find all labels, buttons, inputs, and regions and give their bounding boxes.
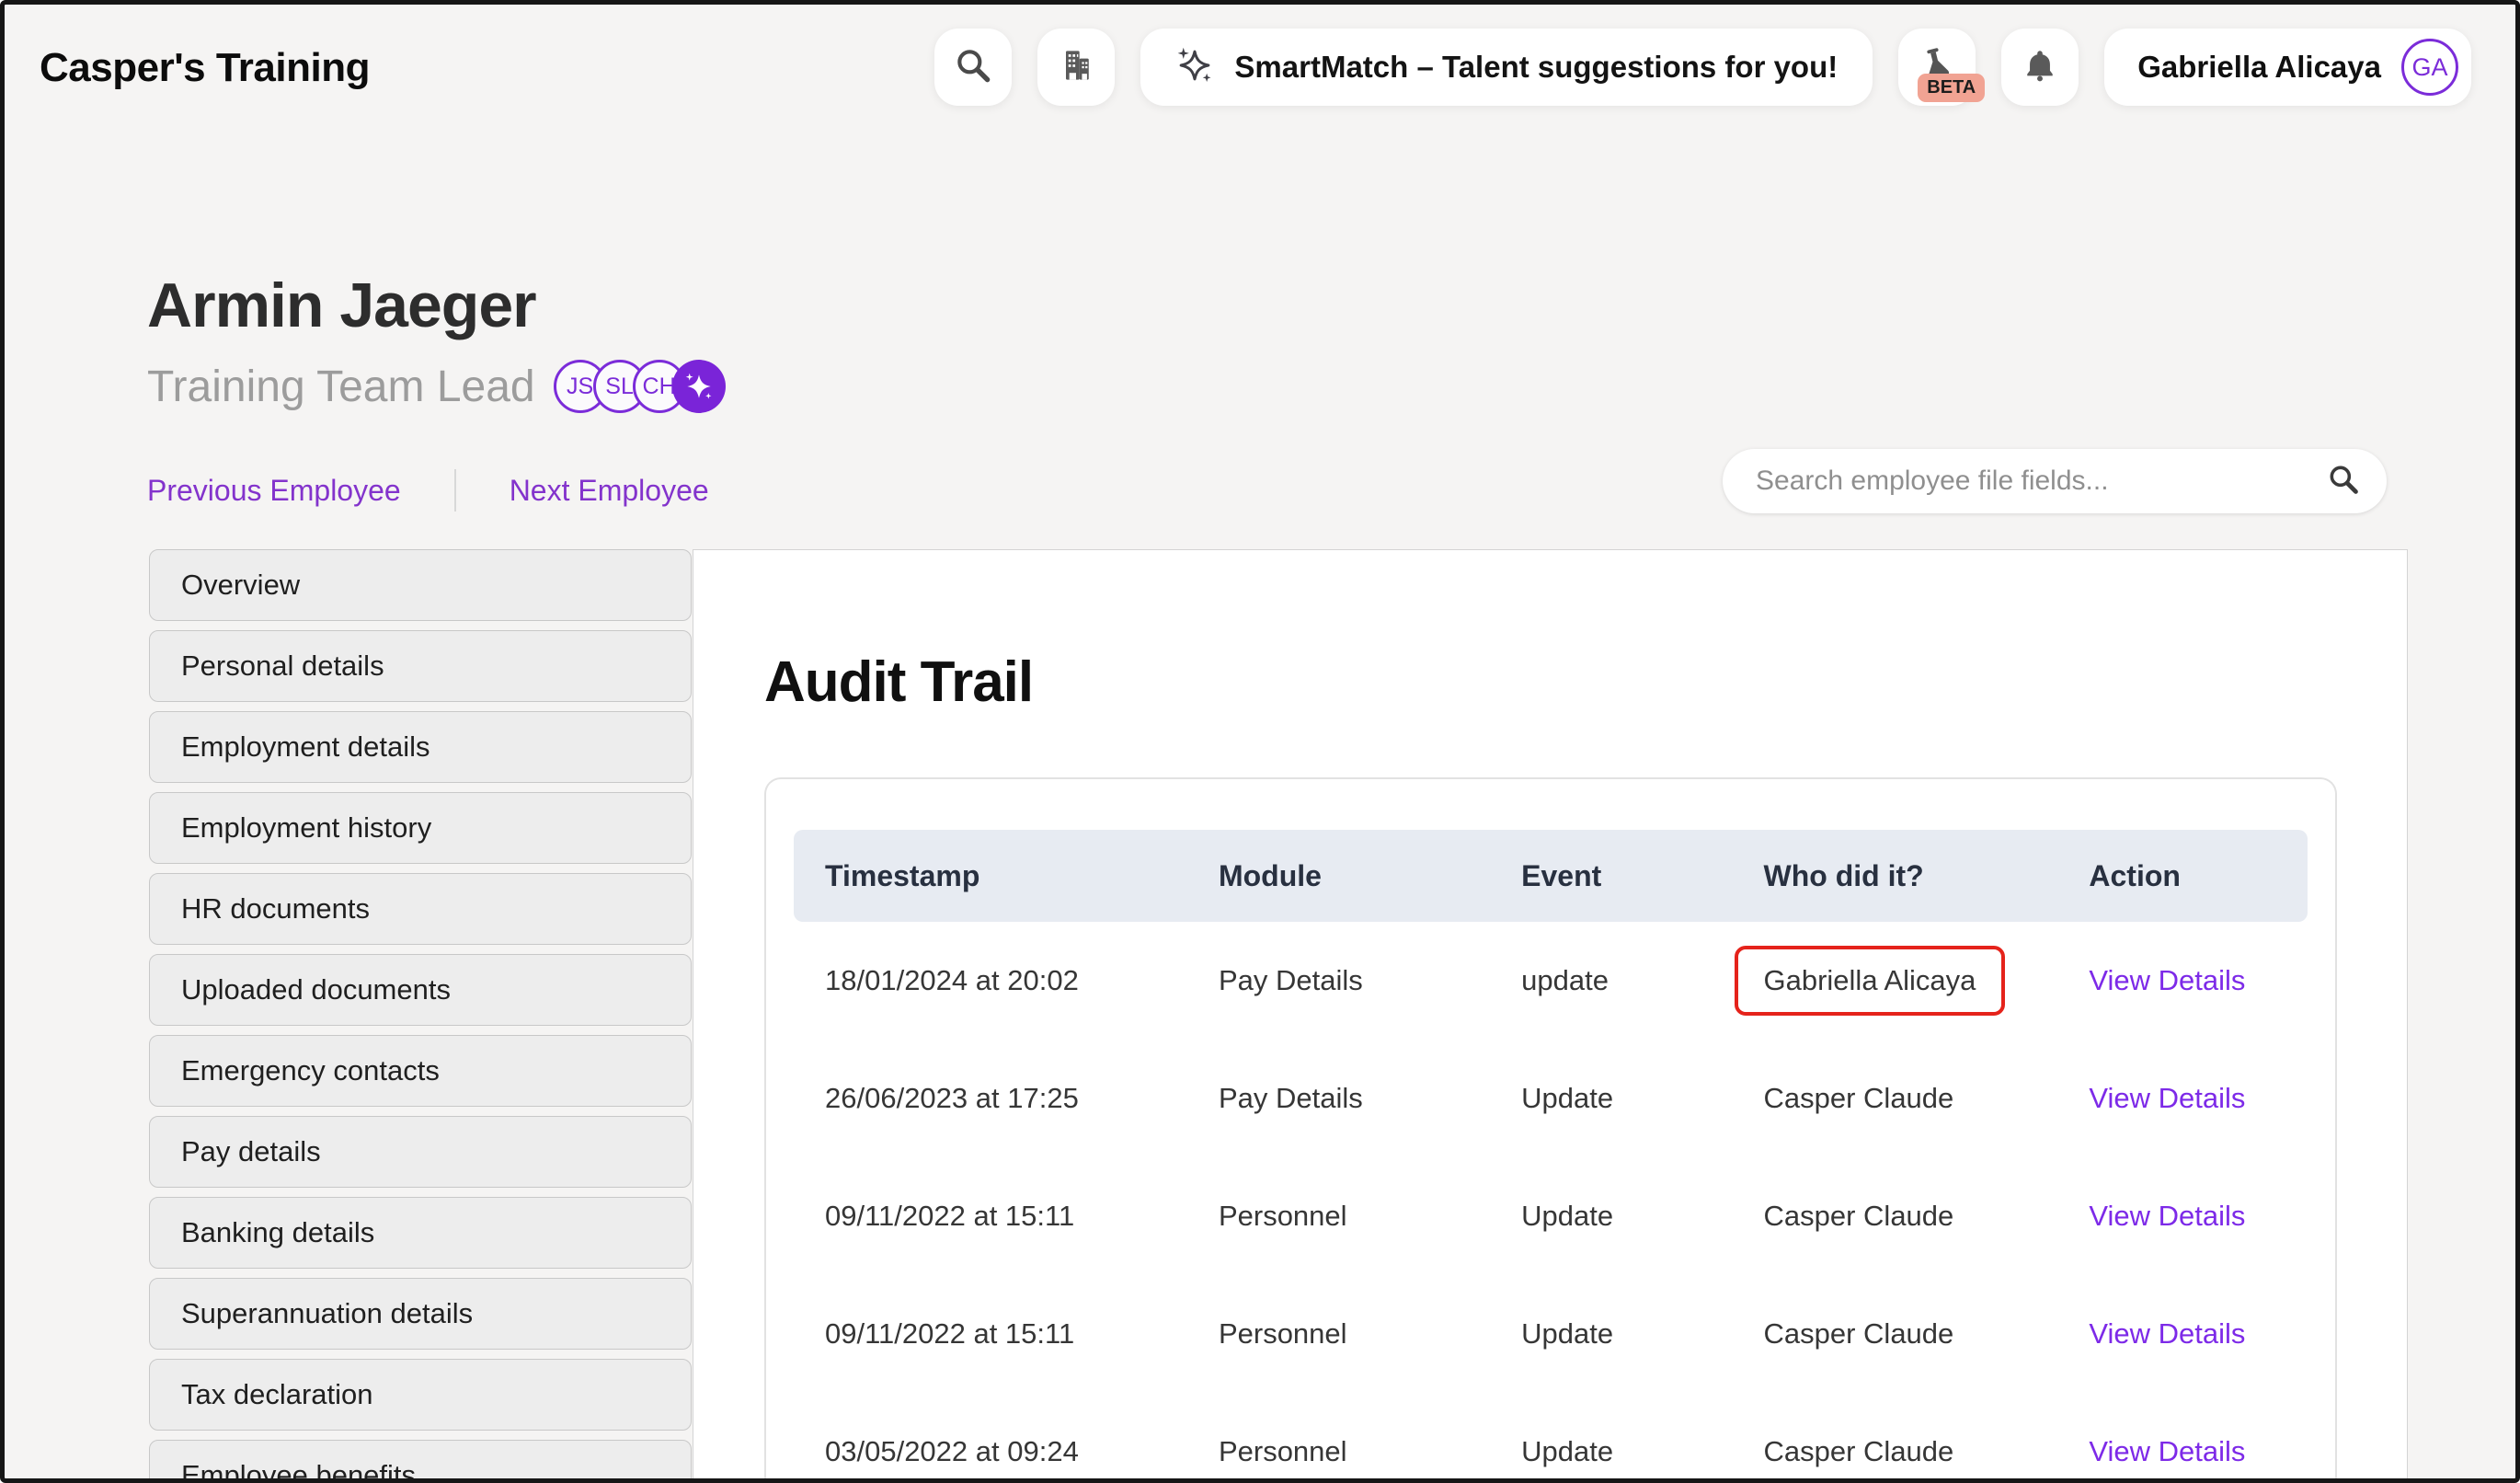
table-row: 09/11/2022 at 15:11 Personnel Update Cas…	[794, 1157, 2308, 1275]
cell-timestamp: 09/11/2022 at 15:11	[794, 1200, 1187, 1233]
global-search-button[interactable]	[934, 29, 1012, 106]
employee-file-search	[1723, 449, 2387, 513]
cell-timestamp: 18/01/2024 at 20:02	[794, 964, 1187, 997]
employee-file-sidebar: Overview Personal details Employment det…	[149, 549, 692, 1483]
cell-who: Casper Claude	[1733, 1317, 2058, 1351]
cell-module: Personnel	[1187, 1317, 1490, 1351]
cell-who: Gabriella Alicaya	[1733, 946, 2058, 1016]
employee-subtitle: Training Team Lead JS SL CH	[147, 360, 726, 413]
sidebar-item-overview[interactable]: Overview	[149, 549, 692, 621]
sparkle-badge[interactable]	[672, 360, 726, 413]
sidebar-item-employee-benefits[interactable]: Employee benefits	[149, 1440, 692, 1483]
cell-who: Casper Claude	[1733, 1082, 2058, 1115]
sidebar-item-banking-details[interactable]: Banking details	[149, 1197, 692, 1269]
audit-table-header: Timestamp Module Event Who did it? Actio…	[794, 830, 2308, 922]
view-details-link[interactable]: View Details	[2089, 1082, 2245, 1114]
search-icon	[953, 45, 993, 90]
previous-employee-link[interactable]: Previous Employee	[147, 474, 401, 508]
employee-file-search-input[interactable]	[1723, 466, 2326, 497]
cell-module: Personnel	[1187, 1435, 1490, 1468]
user-menu[interactable]: Gabriella Alicaya GA	[2104, 29, 2471, 106]
cell-action: View Details	[2057, 1317, 2308, 1351]
cell-action: View Details	[2057, 1435, 2308, 1468]
cell-module: Pay Details	[1187, 964, 1490, 997]
cell-event: update	[1490, 964, 1732, 997]
column-header-who: Who did it?	[1733, 859, 2058, 893]
sidebar-item-pay-details[interactable]: Pay details	[149, 1116, 692, 1188]
cell-event: Update	[1490, 1082, 1732, 1115]
view-details-link[interactable]: View Details	[2089, 1200, 2245, 1232]
sparkle-icon	[1175, 46, 1214, 89]
cell-timestamp: 26/06/2023 at 17:25	[794, 1082, 1187, 1115]
organisation-button[interactable]	[1037, 29, 1115, 106]
sidebar-item-superannuation-details[interactable]: Superannuation details	[149, 1278, 692, 1350]
certification-badges: JS SL CH	[554, 360, 726, 413]
app-logo: Casper's Training	[40, 45, 370, 91]
cell-module: Personnel	[1187, 1200, 1490, 1233]
employee-job-title: Training Team Lead	[147, 362, 535, 412]
audit-trail-card: Timestamp Module Event Who did it? Actio…	[764, 777, 2337, 1483]
cell-action: View Details	[2057, 1200, 2308, 1233]
next-employee-link[interactable]: Next Employee	[510, 474, 709, 508]
column-header-module: Module	[1187, 859, 1490, 893]
sidebar-item-employment-history[interactable]: Employment history	[149, 792, 692, 864]
cell-action: View Details	[2057, 964, 2308, 997]
table-row: 18/01/2024 at 20:02 Pay Details update G…	[794, 922, 2308, 1040]
topbar-actions: SmartMatch – Talent suggestions for you!…	[934, 29, 2471, 106]
cell-who: Casper Claude	[1733, 1435, 2058, 1468]
sidebar-item-employment-details[interactable]: Employment details	[149, 711, 692, 783]
column-header-timestamp: Timestamp	[794, 859, 1187, 893]
column-header-action: Action	[2057, 859, 2308, 893]
table-row: 03/05/2022 at 09:24 Personnel Update Cas…	[794, 1393, 2308, 1483]
main-content-panel: Audit Trail Timestamp Module Event Who d…	[693, 549, 2408, 1483]
cell-module: Pay Details	[1187, 1082, 1490, 1115]
view-details-link[interactable]: View Details	[2089, 1435, 2245, 1467]
cell-action: View Details	[2057, 1082, 2308, 1115]
sidebar-item-personal-details[interactable]: Personal details	[149, 630, 692, 702]
avatar: GA	[2401, 39, 2458, 96]
cell-timestamp: 03/05/2022 at 09:24	[794, 1435, 1187, 1468]
table-row: 26/06/2023 at 17:25 Pay Details Update C…	[794, 1040, 2308, 1157]
labs-button[interactable]: BETA	[1898, 29, 1976, 106]
view-details-link[interactable]: View Details	[2089, 1317, 2245, 1350]
highlighted-actor: Gabriella Alicaya	[1735, 946, 2006, 1016]
beta-badge: BETA	[1918, 74, 1985, 102]
column-header-event: Event	[1490, 859, 1732, 893]
smartmatch-button[interactable]: SmartMatch – Talent suggestions for you!	[1140, 29, 1873, 106]
topbar: Casper's Training	[5, 5, 2515, 143]
user-name: Gabriella Alicaya	[2137, 50, 2381, 85]
smartmatch-label: SmartMatch – Talent suggestions for you!	[1234, 50, 1838, 85]
page-title-employee-name: Armin Jaeger	[147, 270, 536, 341]
app-window: Casper's Training	[0, 0, 2520, 1483]
employee-nav: Previous Employee Next Employee	[147, 469, 709, 512]
building-icon	[1056, 45, 1096, 90]
cell-who: Casper Claude	[1733, 1200, 2058, 1233]
notifications-button[interactable]	[2001, 29, 2079, 106]
sidebar-item-tax-declaration[interactable]: Tax declaration	[149, 1359, 692, 1431]
view-details-link[interactable]: View Details	[2089, 964, 2245, 996]
bell-icon	[2021, 46, 2059, 89]
nav-divider	[454, 469, 456, 512]
sidebar-item-hr-documents[interactable]: HR documents	[149, 873, 692, 945]
cell-timestamp: 09/11/2022 at 15:11	[794, 1317, 1187, 1351]
sparkle-icon	[682, 369, 716, 404]
table-row: 09/11/2022 at 15:11 Personnel Update Cas…	[794, 1275, 2308, 1393]
audit-trail-title: Audit Trail	[764, 650, 1033, 715]
sidebar-item-emergency-contacts[interactable]: Emergency contacts	[149, 1035, 692, 1107]
cell-event: Update	[1490, 1200, 1732, 1233]
search-icon[interactable]	[2326, 462, 2361, 501]
cell-event: Update	[1490, 1435, 1732, 1468]
cell-event: Update	[1490, 1317, 1732, 1351]
sidebar-item-uploaded-documents[interactable]: Uploaded documents	[149, 954, 692, 1026]
